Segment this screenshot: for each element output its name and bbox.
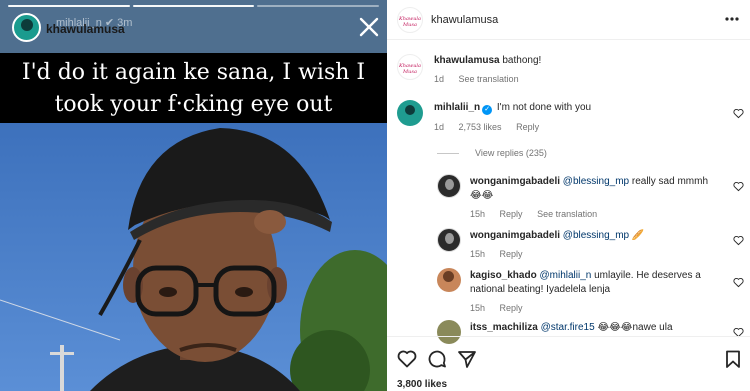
story-caption-line-2: took your f·cking eye out (54, 92, 333, 117)
comment-meta: 15h Reply (470, 249, 535, 259)
caption-author-avatar[interactable]: Khawula Musa (397, 54, 423, 80)
reply-button[interactable]: Reply (500, 303, 523, 313)
caption-text: bathong! (502, 55, 542, 66)
reply-button[interactable]: Reply (516, 122, 539, 132)
caption-see-translation[interactable]: See translation (459, 74, 519, 84)
comment-see-translation[interactable]: See translation (537, 209, 597, 219)
comment-body: itss_machiliza @star.fire15 😂😂😂nawe ula (470, 321, 673, 335)
heart-icon[interactable] (733, 108, 744, 119)
heart-icon[interactable] (733, 235, 744, 246)
view-replies-button[interactable]: View replies (235) (437, 148, 547, 158)
comment-mention[interactable]: @blessing_mp (563, 230, 629, 241)
bookmark-icon[interactable] (723, 349, 743, 369)
heart-icon[interactable] (733, 181, 744, 192)
heart-icon[interactable] (733, 277, 744, 288)
caption-meta: 1d See translation (434, 74, 531, 84)
comment-text: nawe ula (632, 322, 673, 333)
comment-author-name[interactable]: itss_machiliza (470, 322, 538, 333)
comment-likes[interactable]: 2,753 likes (459, 122, 502, 132)
story-caption-line-1: I'd do it again ke sana, I wish I (21, 60, 366, 85)
comment-mention[interactable]: @blessing_mp (563, 176, 629, 187)
comment-text: I'm not done with you (496, 102, 592, 113)
caption-time: 1d (434, 74, 445, 84)
comment-meta: 15h Reply See translation (470, 209, 609, 219)
story-author-name[interactable]: khawulamusa (46, 22, 125, 36)
comment-mention[interactable]: @mihlalii_n (539, 270, 591, 281)
comment-time: 15h (470, 303, 486, 313)
comment-body: wonganimgabadeli @blessing_mp 🥖 (470, 229, 644, 243)
comment-time: 15h (470, 209, 486, 219)
story-viewer: mihlalii_n ✔ 3m khawulamusa I'd do it ag… (0, 0, 387, 391)
comment-meta: 1d 2,753 likes Reply (434, 122, 551, 132)
comment-author-name[interactable]: kagiso_khado (470, 270, 537, 281)
comment-author-name[interactable]: wonganimgabadeli (470, 230, 560, 241)
caption-author-name[interactable]: khawulamusa (434, 55, 500, 66)
comment-body: mihlalii_n ✓ I'm not done with you (434, 101, 591, 115)
comment-avatar[interactable] (397, 100, 423, 126)
reply-button[interactable]: Reply (500, 209, 523, 219)
story-progress-bar (8, 5, 380, 7)
view-replies-label: View replies (235) (475, 148, 547, 158)
comment-avatar[interactable] (437, 228, 461, 252)
story-header: mihlalii_n ✔ 3m khawulamusa (0, 0, 387, 52)
comment-text: really sad mmmh (631, 176, 709, 187)
close-icon[interactable] (358, 16, 380, 38)
comment-text-line-2: national beating! Iyadelela lenja (470, 284, 611, 295)
share-icon[interactable] (457, 349, 477, 369)
comment-avatar[interactable] (437, 268, 461, 292)
verified-icon: ✓ (482, 105, 493, 115)
post-action-bar: 3,800 likes (387, 336, 750, 391)
comment-meta: 15h Reply (470, 303, 535, 313)
post-header: Khawula Musa khawulamusa (387, 0, 750, 40)
post-author-name[interactable]: khawulamusa (431, 14, 498, 26)
comment-avatar[interactable] (437, 174, 461, 198)
comment-body: wonganimgabadeli @blessing_mp really sad… (470, 175, 708, 203)
comment-emoji: 🥖 (631, 230, 645, 241)
heart-icon[interactable] (397, 349, 417, 369)
comment-mention[interactable]: @star.fire15 (541, 322, 595, 333)
comment-body: kagiso_khado @mihlalii_n umlayile. He de… (470, 269, 710, 297)
more-icon[interactable] (724, 14, 740, 24)
comment-author-name[interactable]: mihlalii_n (434, 102, 480, 113)
comment-author-name[interactable]: wonganimgabadeli (470, 176, 560, 187)
comment-icon[interactable] (427, 349, 447, 369)
post-author-avatar[interactable]: Khawula Musa (397, 7, 423, 33)
comment-emoji: 😂😂😂 (597, 322, 633, 333)
comment-time: 1d (434, 122, 445, 132)
reply-button[interactable]: Reply (500, 249, 523, 259)
comment-emoji: 😂😂 (470, 190, 494, 201)
caption: khawulamusa bathong! (434, 54, 541, 68)
story-caption: I'd do it again ke sana, I wish I took y… (0, 53, 387, 123)
comment-time: 15h (470, 249, 486, 259)
comment-text-line-1: umlayile. He deserves a (594, 270, 701, 281)
story-author-avatar[interactable] (12, 13, 41, 42)
post-panel: Khawula Musa khawulamusa Khawula Musa khaw… (387, 0, 750, 391)
post-like-count[interactable]: 3,800 likes (397, 379, 447, 390)
